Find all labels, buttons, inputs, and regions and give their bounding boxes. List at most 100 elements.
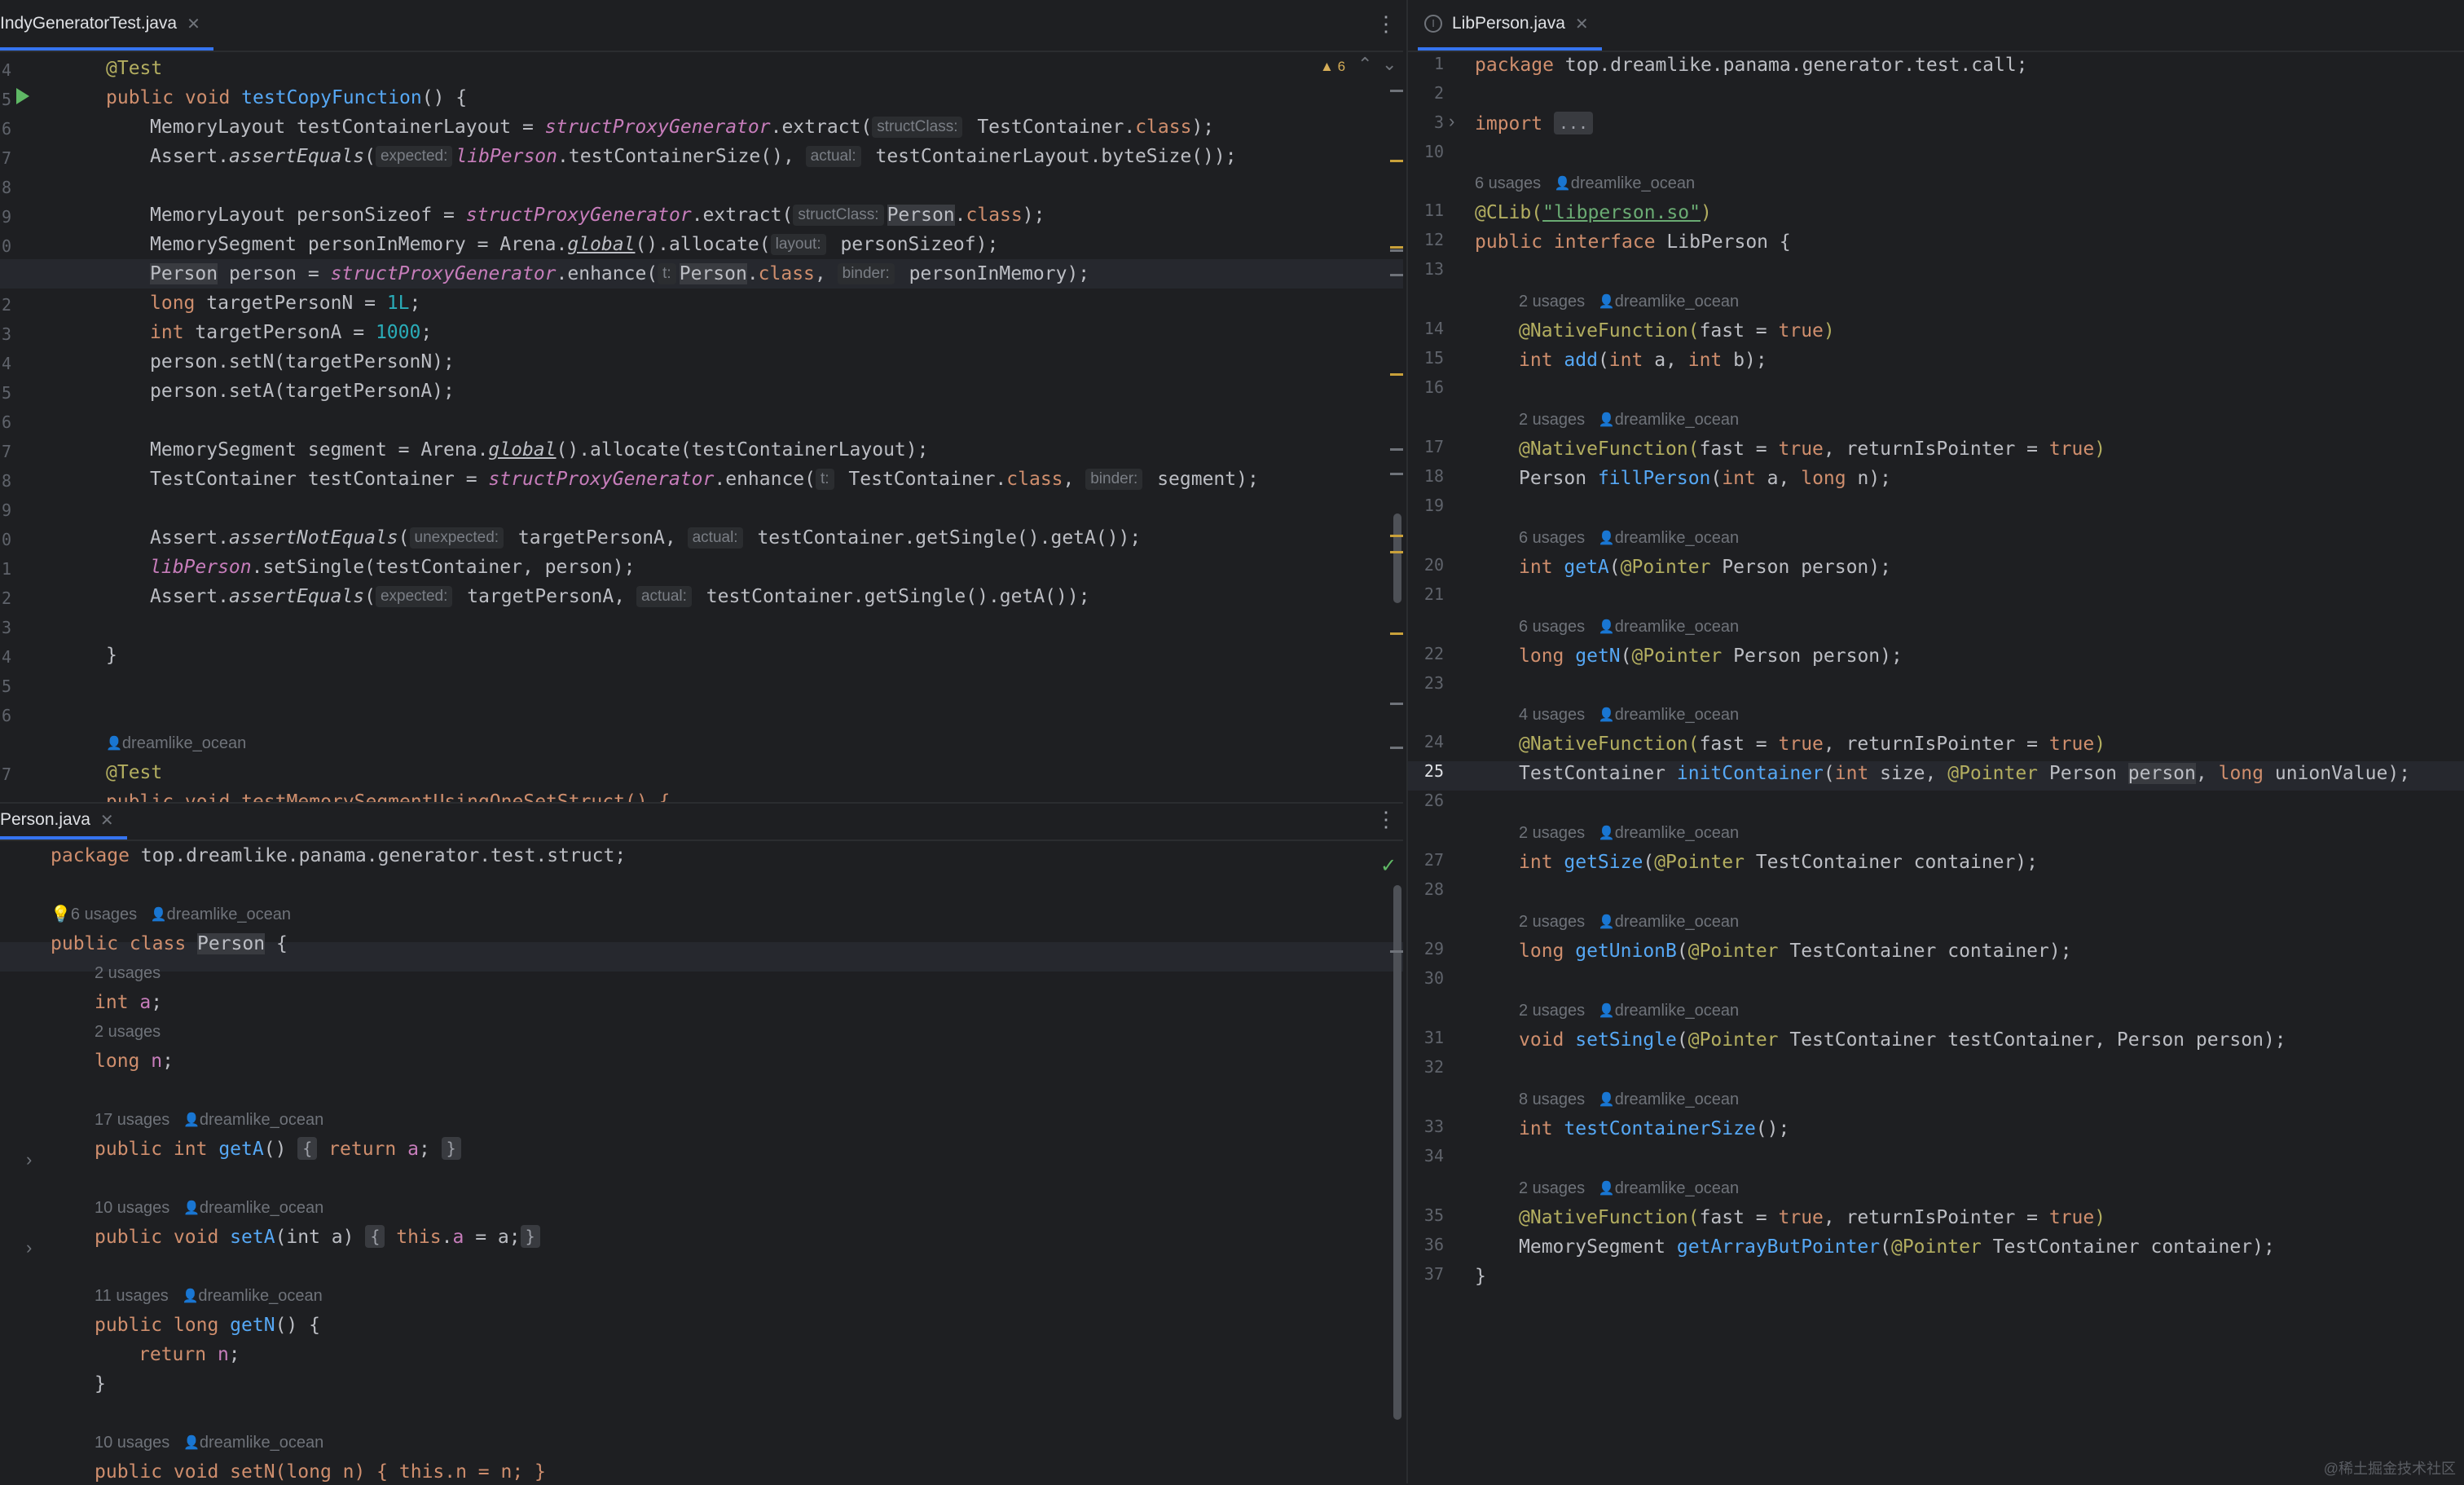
code-line: long n; bbox=[95, 1051, 174, 1072]
usages-hint[interactable]: 11 usages 👤dreamlike_ocean bbox=[95, 1281, 323, 1311]
line-number: 3 bbox=[1, 618, 11, 637]
code-line: } bbox=[95, 1373, 106, 1395]
line-number: 4 bbox=[1, 60, 11, 80]
usages-hint[interactable]: 2 usages 👤dreamlike_ocean bbox=[1519, 996, 1739, 1025]
error-stripe-mark[interactable] bbox=[1390, 160, 1403, 162]
line-number: 3 bbox=[1433, 112, 1444, 132]
close-icon[interactable]: ✕ bbox=[100, 810, 114, 831]
usages-hint[interactable]: 2 usages 👤dreamlike_ocean bbox=[1519, 907, 1739, 936]
user-icon: 👤 bbox=[1598, 620, 1615, 634]
parameter-hint: structClass: bbox=[872, 117, 963, 138]
error-stripe-mark[interactable] bbox=[1390, 747, 1403, 749]
parameter-hint: actual: bbox=[636, 586, 692, 607]
line-number: 5 bbox=[1, 90, 11, 109]
line-number: 22 bbox=[1423, 644, 1444, 663]
error-stripe-mark[interactable] bbox=[1390, 551, 1403, 553]
usages-hint[interactable]: 2 usages 👤dreamlike_ocean bbox=[1519, 287, 1739, 316]
usages-hint[interactable]: 💡6 usages 👤dreamlike_ocean bbox=[51, 900, 291, 929]
line-number: 32 bbox=[1423, 1057, 1444, 1077]
code-line: person.setN(targetPersonN); bbox=[150, 351, 455, 372]
error-stripe-mark[interactable] bbox=[1390, 448, 1403, 451]
line-number: 16 bbox=[1423, 377, 1444, 397]
parameter-hint: actual: bbox=[805, 146, 861, 167]
error-stripe-mark[interactable] bbox=[1390, 703, 1403, 705]
error-stripe-mark[interactable] bbox=[1390, 246, 1403, 249]
usages-hint[interactable]: 6 usages 👤dreamlike_ocean bbox=[1475, 169, 1695, 198]
code-line: int getSize(@Pointer TestContainer conta… bbox=[1519, 852, 2038, 873]
usages-hint[interactable]: 17 usages 👤dreamlike_ocean bbox=[95, 1105, 323, 1135]
error-stripe-mark[interactable] bbox=[1390, 274, 1403, 276]
line-number: 26 bbox=[1423, 791, 1444, 810]
tab-indygeneratortest[interactable]: IndyGeneratorTest.java ✕ bbox=[0, 0, 213, 51]
line-number: 8 bbox=[1, 471, 11, 491]
more-options-icon[interactable]: ⋮ bbox=[1375, 807, 1397, 832]
fold-chevron-icon[interactable]: › bbox=[1449, 111, 1454, 132]
usages-hint[interactable]: 8 usages 👤dreamlike_ocean bbox=[1519, 1085, 1739, 1114]
code-line: Person fillPerson(int a, long n); bbox=[1519, 468, 1892, 489]
close-icon[interactable]: ✕ bbox=[1575, 14, 1589, 34]
parameter-hint: expected: bbox=[375, 586, 453, 607]
usages-hint[interactable]: 10 usages 👤dreamlike_ocean bbox=[95, 1428, 323, 1457]
line-number: 35 bbox=[1423, 1205, 1444, 1225]
line-number: 10 bbox=[1423, 142, 1444, 161]
line-number: 1 bbox=[1433, 54, 1444, 73]
line-number: 23 bbox=[1423, 673, 1444, 693]
error-stripe-mark[interactable] bbox=[1390, 373, 1403, 376]
code-area[interactable]: package top.dreamlike.panama.generator.t… bbox=[51, 841, 1371, 1485]
usages-hint[interactable]: 2 usages 👤dreamlike_ocean bbox=[1519, 1174, 1739, 1203]
user-icon: 👤 bbox=[183, 1201, 200, 1215]
previous-highlight-icon[interactable]: ⌃ bbox=[1357, 54, 1372, 75]
code-area[interactable]: @Test public void testCopyFunction() { M… bbox=[106, 51, 1377, 802]
code-line-current: TestContainer initContainer(int size, @P… bbox=[1519, 763, 2411, 784]
next-highlight-icon[interactable]: ⌄ bbox=[1382, 54, 1397, 75]
gutter: 4 5 6 7 8 9 0 1 2 3 4 5 6 7 8 9 0 1 2 3 … bbox=[0, 51, 98, 802]
parameter-hint: expected: bbox=[375, 146, 453, 167]
folded-block: { bbox=[365, 1225, 385, 1248]
run-test-icon[interactable] bbox=[16, 88, 29, 104]
usages-hint[interactable]: 2 usages bbox=[95, 958, 161, 988]
warning-count[interactable]: ▲ 6 bbox=[1320, 59, 1345, 75]
usages-hint[interactable]: 2 usages 👤dreamlike_ocean bbox=[1519, 818, 1739, 848]
folded-block: } bbox=[441, 1137, 461, 1160]
code-line: MemoryLayout testContainerLayout = struc… bbox=[150, 117, 1215, 138]
usages-hint[interactable]: 6 usages 👤dreamlike_ocean bbox=[1519, 523, 1739, 553]
error-stripe-mark[interactable] bbox=[1390, 535, 1403, 537]
error-stripe-mark[interactable] bbox=[1390, 90, 1403, 92]
error-stripe-mark[interactable] bbox=[1390, 632, 1403, 635]
line-number: 28 bbox=[1423, 879, 1444, 899]
line-number: 3 bbox=[1, 324, 11, 344]
error-stripe-mark[interactable] bbox=[1390, 249, 1403, 252]
fold-chevron-icon[interactable]: › bbox=[26, 1149, 32, 1170]
tab-libperson[interactable]: I LibPerson.java ✕ bbox=[1418, 0, 1602, 51]
vertical-scrollbar[interactable] bbox=[1393, 885, 1401, 1420]
more-options-icon[interactable]: ⋮ bbox=[1375, 11, 1397, 37]
code-line: @NativeFunction(fast = true) bbox=[1519, 320, 1835, 342]
usages-hint[interactable]: 4 usages 👤dreamlike_ocean bbox=[1519, 700, 1739, 729]
code-line: libPerson.setSingle(testContainer, perso… bbox=[150, 557, 636, 578]
error-stripe-mark[interactable] bbox=[1390, 950, 1403, 953]
no-problems-check-icon[interactable]: ✓ bbox=[1380, 854, 1397, 878]
line-number: 33 bbox=[1423, 1117, 1444, 1136]
code-line: return n; bbox=[139, 1344, 240, 1365]
code-line: int a; bbox=[95, 992, 163, 1013]
close-icon[interactable]: ✕ bbox=[187, 14, 200, 34]
usages-hint[interactable]: 2 usages bbox=[95, 1017, 161, 1047]
usages-hint[interactable]: 10 usages 👤dreamlike_ocean bbox=[95, 1193, 323, 1223]
usages-hint[interactable]: 6 usages 👤dreamlike_ocean bbox=[1519, 612, 1739, 641]
error-stripe-mark[interactable] bbox=[1390, 473, 1403, 475]
vertical-scrollbar[interactable] bbox=[1393, 513, 1401, 603]
folded-block: } bbox=[520, 1225, 540, 1248]
tab-person[interactable]: Person.java ✕ bbox=[0, 804, 127, 839]
user-icon: 👤 bbox=[183, 1436, 200, 1450]
code-line: public void setN(long n) { this.n = n; } bbox=[95, 1461, 546, 1483]
usages-hint[interactable]: 2 usages 👤dreamlike_ocean bbox=[1519, 405, 1739, 434]
user-icon: 👤 bbox=[1598, 1182, 1615, 1196]
code-line: int testContainerSize(); bbox=[1519, 1118, 1790, 1139]
code-line: Assert.assertEquals(expected: libPerson.t… bbox=[150, 146, 1237, 167]
code-area[interactable]: package top.dreamlike.panama.generator.t… bbox=[1475, 51, 2453, 1355]
intention-bulb-icon: 💡 bbox=[51, 906, 71, 923]
code-line: person.setA(targetPersonA); bbox=[150, 381, 455, 402]
line-number: 2 bbox=[1433, 83, 1444, 103]
code-line: int getA(@Pointer Person person); bbox=[1519, 557, 1891, 578]
fold-chevron-icon[interactable]: › bbox=[26, 1237, 32, 1258]
